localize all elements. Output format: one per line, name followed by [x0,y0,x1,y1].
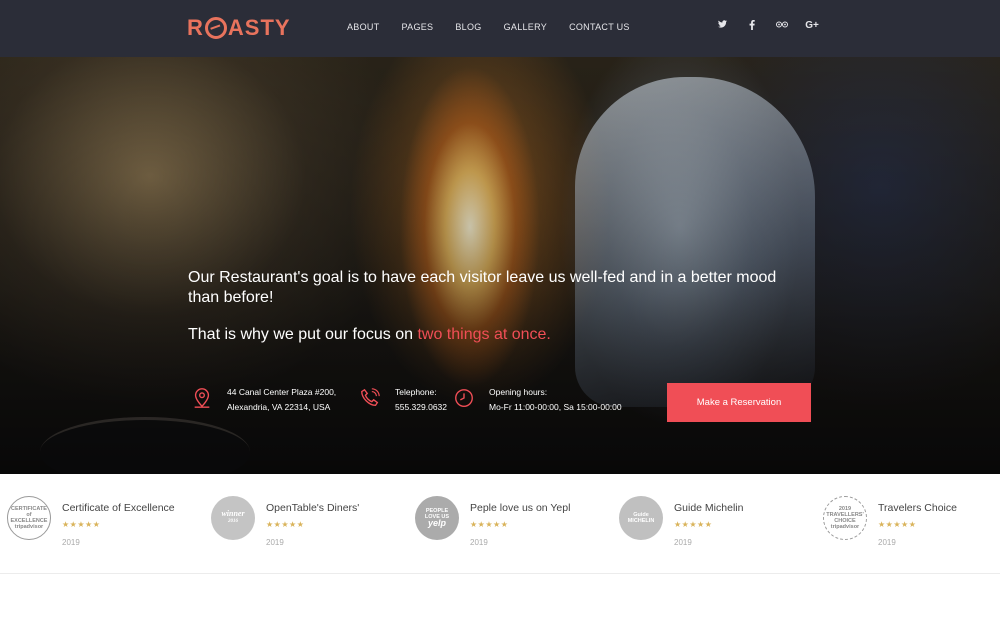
award-item: 2019 TRAVELLERS' CHOICE tripadvisor Travele… [823,496,1000,556]
award-stars: ★★★★★ [878,520,917,529]
michelin-badge-icon: Guide MICHELIN [619,496,663,540]
facebook-icon[interactable] [737,20,767,33]
award-stars: ★★★★★ [470,520,509,529]
nav-contact-us[interactable]: CONTACT US [569,22,630,32]
hours-label: Opening hours: [489,387,548,397]
nav-pages[interactable]: PAGES [402,22,434,32]
roasty-logo[interactable]: R ASTY [187,15,291,41]
award-stars: ★★★★★ [62,520,101,529]
google-plus-icon[interactable]: G+ [797,20,827,33]
awards-strip: CERTIFICATE of EXCELLENCE tripadvisor Certi… [0,474,1000,574]
tripadvisor-icon[interactable] [767,20,797,33]
phone-label: Telephone: [395,387,437,397]
site-header: R ASTY ABOUT PAGES BLOG GALLERY CONTACT U… [0,0,1000,57]
hero-focus-accent: two things at once. [417,326,551,343]
twitter-icon[interactable] [707,20,737,33]
award-item: PEOPLE LOVE US yelp Peple love us on Yepl … [415,496,615,556]
award-year: 2019 [266,538,284,547]
award-stars: ★★★★★ [266,520,305,529]
opentable-winner-badge-icon: winner 2016 [211,496,255,540]
clock-icon [455,389,473,407]
hero-section: Our Restaurant's goal is to have each vi… [0,57,1000,474]
nav-blog[interactable]: BLOG [455,22,481,32]
award-year: 2019 [878,538,896,547]
main-nav: ABOUT PAGES BLOG GALLERY CONTACT US [347,22,652,32]
award-stars: ★★★★★ [674,520,713,529]
award-name: Guide Michelin [674,502,744,514]
travellers-choice-badge-icon: 2019 TRAVELLERS' CHOICE tripadvisor [823,496,867,540]
award-year: 2019 [470,538,488,547]
hero-focus-line: That is why we put our focus on two thin… [188,325,551,345]
nav-gallery[interactable]: GALLERY [504,22,547,32]
phone-number[interactable]: 555.329.0632 [395,400,447,415]
location-pin-icon [194,388,210,408]
award-year: 2019 [62,538,80,547]
award-name: Travelers Choice [878,502,957,514]
nav-about[interactable]: ABOUT [347,22,380,32]
make-reservation-button[interactable]: Make a Reservation [667,383,811,422]
award-name: Certificate of Excellence [62,502,175,514]
address-line2: Alexandria, VA 22314, USA [227,402,331,412]
logo-mark-icon [204,17,227,39]
award-name: OpenTable's Diners' [266,502,360,514]
hero-focus-prefix: That is why we put our focus on [188,326,418,343]
social-links: G+ [707,20,827,33]
phone-icon [361,388,380,407]
address-line1: 44 Canal Center Plaza #200, [227,387,337,397]
award-item: Guide MICHELIN Guide Michelin ★★★★★ 2019 [619,496,819,556]
hours-value: Mo-Fr 11:00-00:00, Sa 15:00-00:00 [489,402,622,412]
award-name: Peple love us on Yepl [470,502,571,514]
tripadvisor-certificate-badge-icon: CERTIFICATE of EXCELLENCE tripadvisor [7,496,51,540]
award-item: winner 2016 OpenTable's Diners' ★★★★★ 201… [211,496,411,556]
award-year: 2019 [674,538,692,547]
hero-headline: Our Restaurant's goal is to have each vi… [188,269,777,306]
yelp-badge-icon: PEOPLE LOVE US yelp [415,496,459,540]
award-item: CERTIFICATE of EXCELLENCE tripadvisor Certi… [7,496,207,556]
